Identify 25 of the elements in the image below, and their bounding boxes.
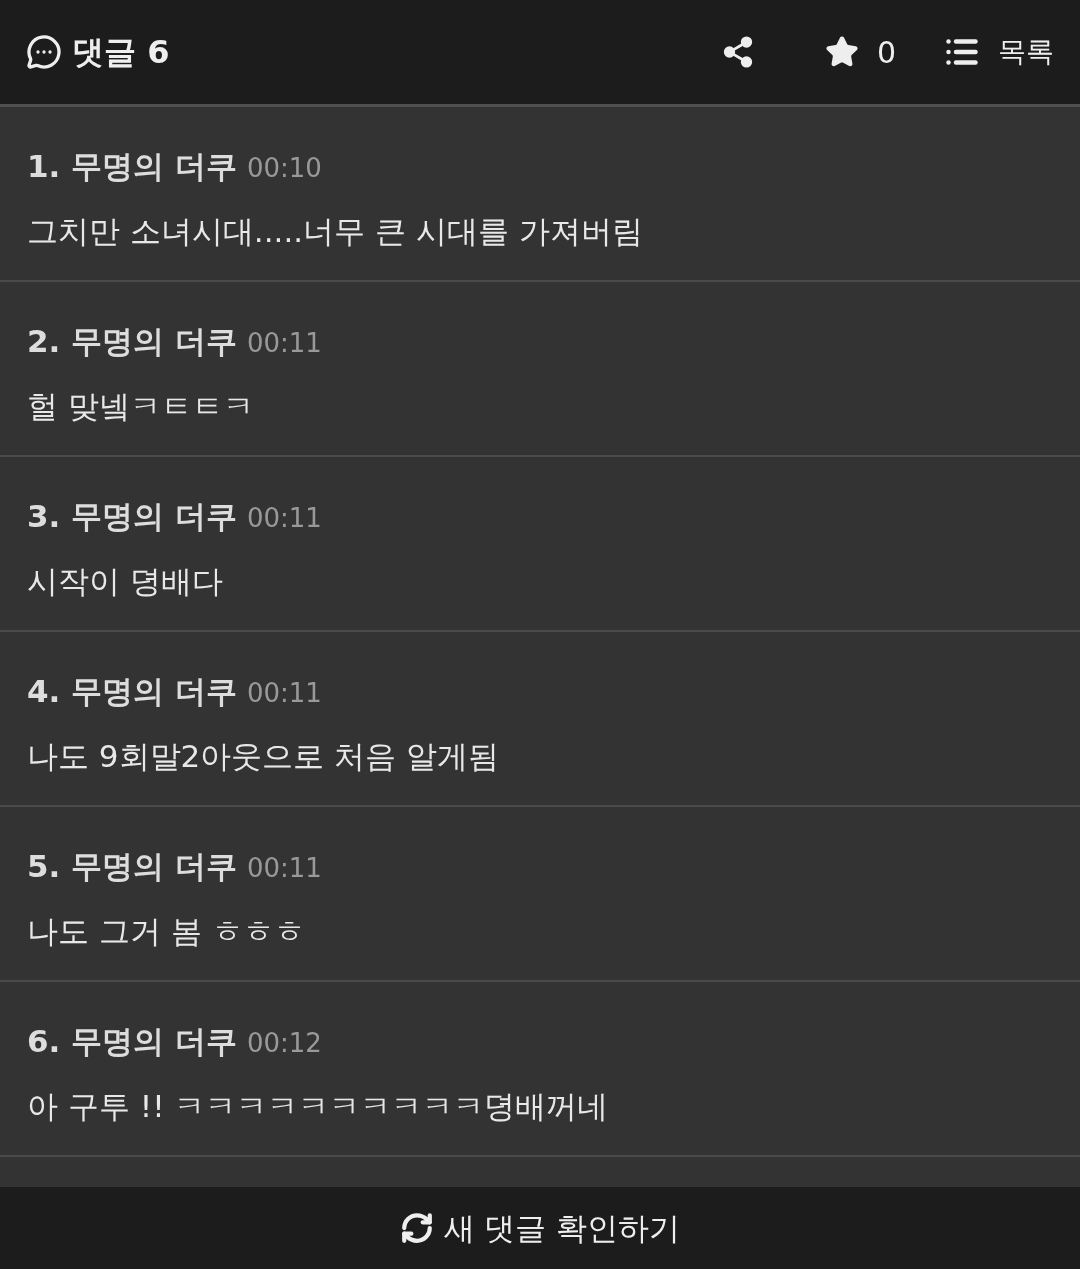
star-button[interactable]: 0: [824, 29, 896, 75]
comment-time: 00:11: [246, 677, 322, 710]
comment-author: 1. 무명의 더쿠: [27, 147, 237, 186]
comment-author: 2. 무명의 더쿠: [27, 322, 237, 361]
comment-author: 4. 무명의 더쿠: [27, 672, 237, 711]
comment-time: 00:11: [246, 502, 322, 535]
comment-text: 아 구투 !! ㅋㅋㅋㅋㅋㅋㅋㅋㅋㅋ뎡배꺼네: [27, 1086, 610, 1126]
comment-time: 00:12: [246, 1027, 322, 1060]
comment-author: 3. 무명의 더쿠: [27, 497, 237, 536]
comments-title: 댓글 6: [72, 32, 170, 73]
speech-bubble-icon: [26, 34, 62, 70]
comment-author: 5. 무명의 더쿠: [27, 847, 237, 886]
refresh-icon: [399, 1211, 434, 1245]
comment-text: 나도 그거 봄 ㅎㅎㅎ: [27, 911, 306, 951]
comment-time: 00:11: [246, 327, 322, 360]
comment-author: 6. 무명의 더쿠: [27, 1022, 237, 1061]
star-icon: [824, 35, 859, 69]
comment-text: 나도 9회말2아웃으로 처음 알게됨: [27, 736, 500, 776]
comment-text: 헐 맞넼ㅋㅌㅌㅋ: [27, 386, 255, 426]
comment-text: 그치만 소녀시대.....너무 큰 시대를 가져버림: [27, 211, 644, 251]
comment-text: 시작이 뎡배다: [27, 561, 224, 601]
comment-time: 00:10: [246, 152, 322, 185]
comment-time: 00:11: [246, 852, 322, 885]
new-comments-button[interactable]: 새 댓글 확인하기: [399, 1204, 681, 1252]
list-button[interactable]: 목록: [944, 31, 1054, 73]
